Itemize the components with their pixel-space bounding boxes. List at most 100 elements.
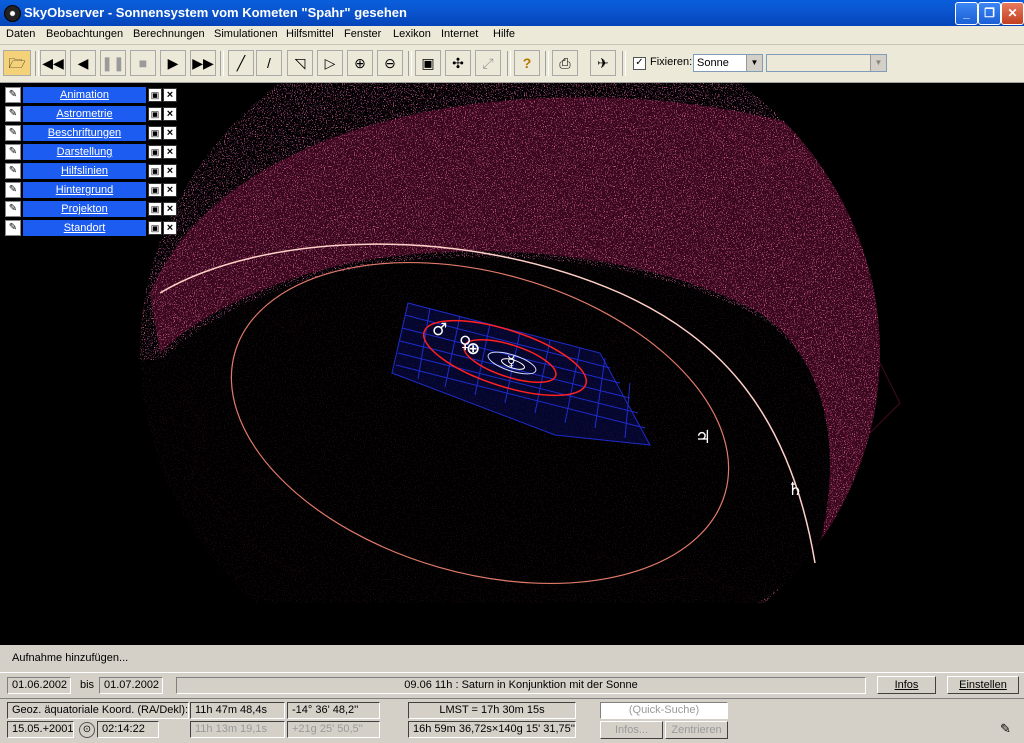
end-date-field[interactable]: 01.07.2002 [99, 677, 163, 694]
close-icon[interactable]: × [163, 126, 177, 140]
fix-checkbox[interactable]: ✓ [633, 57, 646, 70]
chevron-down-icon[interactable]: ▼ [746, 55, 762, 71]
pencil-icon[interactable]: ✎ [5, 144, 21, 160]
menu-daten[interactable]: Daten [6, 28, 35, 40]
lmst-value: LMST = 17h 30m 15s [408, 702, 576, 719]
infos-button[interactable]: Infos [877, 676, 936, 694]
fix-label: Fixieren: [650, 56, 693, 68]
add-recording-link[interactable]: Aufnahme hinzufügen... [12, 652, 128, 664]
infos-button-label: Infos [894, 679, 919, 691]
fix-object-select[interactable]: Sonne ▼ [693, 54, 763, 72]
help-icon[interactable]: ? [514, 50, 540, 76]
close-icon[interactable]: × [163, 88, 177, 102]
secondary-select[interactable]: ▼ [766, 54, 887, 72]
panel-label[interactable]: Standort [23, 220, 146, 236]
pause-icon[interactable]: ❚❚ [100, 50, 126, 76]
panel-label[interactable]: Hilfslinien [23, 163, 146, 179]
clock-icon[interactable]: ⊙ [79, 722, 95, 738]
telescope-icon[interactable]: ✈ [590, 50, 616, 76]
step-back-icon[interactable]: ◀ [70, 50, 96, 76]
pencil-icon[interactable]: ✎ [5, 201, 21, 217]
close-icon[interactable]: × [163, 221, 177, 235]
panel-label[interactable]: Animation [23, 87, 146, 103]
angle-tool-icon[interactable]: ◹ [287, 50, 313, 76]
start-date-field[interactable]: 01.06.2002 [7, 677, 71, 694]
dec-value-2: +21g 25' 50,5'' [287, 721, 380, 738]
einstellen-button[interactable]: Einstellen [947, 676, 1019, 694]
zoom-out-icon[interactable]: ⊖ [377, 50, 403, 76]
menu-hilfe[interactable]: Hilfe [493, 28, 515, 40]
fix-object-value: Sonne [697, 57, 729, 69]
menu-lexikon[interactable]: Lexikon [393, 28, 431, 40]
hint-bar: Aufnahme hinzufügen... [0, 645, 1024, 672]
pencil-icon[interactable]: ✎ [5, 220, 21, 236]
menu-berechnungen[interactable]: Berechnungen [133, 28, 205, 40]
title-bar: SkyObserver - Sonnensystem vom Kometen "… [0, 0, 1024, 26]
printer-icon[interactable]: ⎙ [552, 50, 578, 76]
close-window-button[interactable]: ✕ [1001, 2, 1024, 25]
toolbar-separator [408, 51, 412, 76]
pencil-icon[interactable]: ✎ [5, 87, 21, 103]
menu-bar: Daten Beobachtungen Berechnungen Simulat… [0, 26, 1024, 45]
stop-icon[interactable]: ■ [130, 50, 156, 76]
expand-icon[interactable]: ▣ [148, 164, 162, 178]
expand-icon[interactable]: ✣ [445, 50, 471, 76]
frame-icon[interactable]: ▣ [415, 50, 441, 76]
zentrieren-button[interactable]: Zentrieren [665, 721, 728, 739]
close-icon[interactable]: × [163, 164, 177, 178]
date-range-bar: 01.06.2002 bis 01.07.2002 09.06 11h : Sa… [0, 672, 1024, 699]
pencil-icon[interactable]: ✎ [5, 182, 21, 198]
close-icon[interactable]: × [163, 183, 177, 197]
step-forward-icon[interactable]: ▶ [160, 50, 186, 76]
forward-fast-icon[interactable]: ▶▶ [190, 50, 216, 76]
pencil-icon[interactable]: ✎ [5, 106, 21, 122]
coord-label: Geoz. äquatoriale Koord. (RA/Dekl): [7, 702, 189, 719]
status-infos-button[interactable]: Infos... [600, 721, 663, 739]
pencil-icon[interactable]: ✎ [5, 163, 21, 179]
panel-label[interactable]: Hintergrund [23, 182, 146, 198]
event-display: 09.06 11h : Saturn in Konjunktion mit de… [176, 677, 866, 694]
edit-icon[interactable]: ✎ [1000, 721, 1011, 737]
menu-simulationen[interactable]: Simulationen [214, 28, 278, 40]
open-folder-icon[interactable]: 🗁 [3, 50, 31, 76]
app-icon [4, 5, 21, 22]
triangle-tool-icon[interactable]: ▷ [317, 50, 343, 76]
panel-label[interactable]: Projekton [23, 201, 146, 217]
maximize-button[interactable]: ❐ [978, 2, 1001, 25]
expand-icon[interactable]: ▣ [148, 221, 162, 235]
panel-label[interactable]: Beschriftungen [23, 125, 146, 141]
expand-icon[interactable]: ▣ [148, 107, 162, 121]
zoom-in-icon[interactable]: ⊕ [347, 50, 373, 76]
line-tool-icon[interactable]: ╱ [228, 50, 254, 76]
close-icon[interactable]: × [163, 145, 177, 159]
close-icon[interactable]: × [163, 202, 177, 216]
sky-view[interactable]: ♂ ♀ ⊕ ☿ ♃ ♄ ✎ Animation ▣ × ✎ Astrometri… [0, 83, 1024, 645]
quick-search-input[interactable]: (Quick-Suche) [600, 702, 728, 719]
close-icon[interactable]: × [163, 107, 177, 121]
date-value: 15.05.+2001 [7, 721, 74, 738]
expand-icon[interactable]: ▣ [148, 183, 162, 197]
pencil-icon[interactable]: ✎ [5, 125, 21, 141]
menu-fenster[interactable]: Fenster [344, 28, 381, 40]
rewind-fast-icon[interactable]: ◀◀ [40, 50, 66, 76]
toolbar-separator [220, 51, 224, 76]
window-title: SkyObserver - Sonnensystem vom Kometen "… [24, 5, 407, 20]
menu-internet[interactable]: Internet [441, 28, 478, 40]
toolbar-separator [507, 51, 511, 76]
panel-label[interactable]: Darstellung [23, 144, 146, 160]
chevron-down-icon[interactable]: ▼ [870, 55, 886, 71]
expand-icon[interactable]: ▣ [148, 145, 162, 159]
ra-value-2: 11h 13m 19,1s [190, 721, 285, 738]
measure-icon[interactable]: ⤢ [475, 50, 501, 76]
menu-beobachtungen[interactable]: Beobachtungen [46, 28, 123, 40]
einstellen-button-label: Einstellen [959, 679, 1007, 691]
expand-icon[interactable]: ▣ [148, 126, 162, 140]
line-tool-2-icon[interactable]: / [256, 50, 282, 76]
toolbar-separator [622, 51, 626, 76]
expand-icon[interactable]: ▣ [148, 202, 162, 216]
minimize-button[interactable]: _ [955, 2, 978, 25]
expand-icon[interactable]: ▣ [148, 88, 162, 102]
menu-hilfsmittel[interactable]: Hilfsmittel [286, 28, 334, 40]
panel-label[interactable]: Astrometrie [23, 106, 146, 122]
dec-value: -14° 36' 48,2'' [287, 702, 380, 719]
